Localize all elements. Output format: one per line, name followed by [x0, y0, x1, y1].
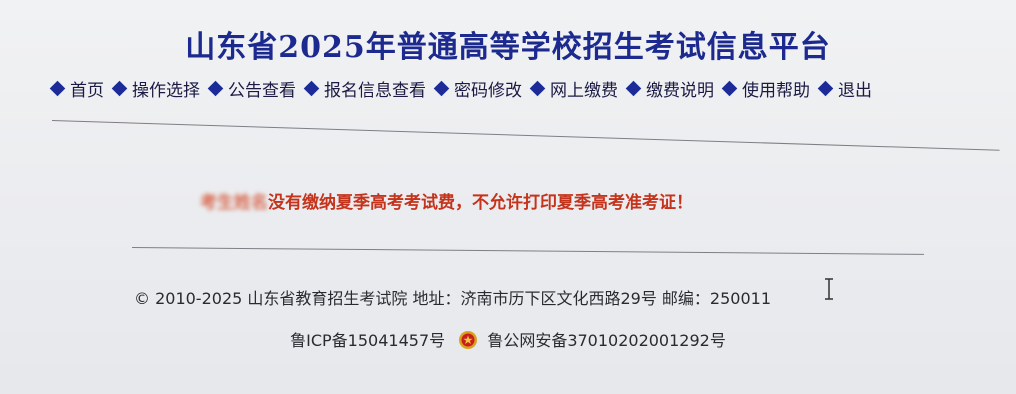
police-emblem-icon: [459, 331, 478, 349]
diamond-bullet-icon: [721, 80, 738, 97]
nav-item-password-change[interactable]: 密码修改: [432, 76, 522, 101]
diamond-bullet-icon: [111, 80, 128, 97]
top-nav: 首页 操作选择 公告查看 报名信息查看 密码修改 网上缴费 缴费说明 使用帮助 …: [48, 76, 1008, 101]
nav-item-registration-info[interactable]: 报名信息查看: [302, 76, 426, 101]
footer-copyright: © 2010-2025 山东省教育招生考试院 地址：济南市历下区文化西路29号 …: [134, 289, 771, 308]
payment-warning: 考生姓名没有缴纳夏季高考考试费，不允许打印夏季高考准考证！: [200, 188, 880, 213]
diamond-bullet-icon: [529, 80, 546, 97]
page: 山东省2025年普通高等学校招生考试信息平台 首页 操作选择 公告查看 报名信息…: [0, 0, 1016, 394]
diamond-bullet-icon: [207, 80, 224, 97]
footer-divider: [131, 247, 924, 255]
nav-item-usage-help[interactable]: 使用帮助: [720, 76, 810, 101]
nav-item-label: 网上缴费: [550, 81, 618, 101]
nav-item-home[interactable]: 首页: [48, 76, 104, 101]
nav-item-label: 首页: [70, 81, 104, 101]
diamond-bullet-icon: [49, 80, 66, 97]
text-cursor-icon: [825, 278, 833, 300]
page-title: 山东省2025年普通高等学校招生考试信息平台: [185, 30, 831, 65]
police-record-link[interactable]: 鲁公网安备37010202001292号: [487, 331, 726, 350]
nav-item-operation-select[interactable]: 操作选择: [110, 76, 200, 101]
nav-item-label: 使用帮助: [742, 81, 810, 101]
payment-warning-text: 没有缴纳夏季高考考试费，不允许打印夏季高考准考证！: [268, 193, 693, 213]
nav-item-label: 缴费说明: [646, 81, 714, 101]
diamond-bullet-icon: [817, 80, 834, 97]
nav-item-payment-help[interactable]: 缴费说明: [624, 76, 714, 101]
diamond-bullet-icon: [433, 80, 450, 97]
nav-item-label: 操作选择: [132, 81, 200, 101]
nav-item-label: 公告查看: [228, 81, 296, 101]
nav-item-label: 报名信息查看: [324, 81, 426, 101]
diamond-bullet-icon: [625, 80, 642, 97]
nav-item-label: 密码修改: [454, 81, 522, 101]
icp-link[interactable]: 鲁ICP备15041457号: [290, 331, 445, 350]
blurred-student-name: 考生姓名: [200, 193, 268, 213]
nav-divider: [51, 120, 1000, 151]
nav-item-label: 退出: [838, 81, 872, 101]
nav-item-announcements[interactable]: 公告查看: [206, 76, 296, 101]
nav-item-logout[interactable]: 退出: [816, 76, 872, 101]
diamond-bullet-icon: [303, 80, 320, 97]
footer-records: 鲁ICP备15041457号 鲁公网安备37010202001292号: [0, 327, 1016, 351]
nav-item-online-payment[interactable]: 网上缴费: [528, 76, 618, 101]
